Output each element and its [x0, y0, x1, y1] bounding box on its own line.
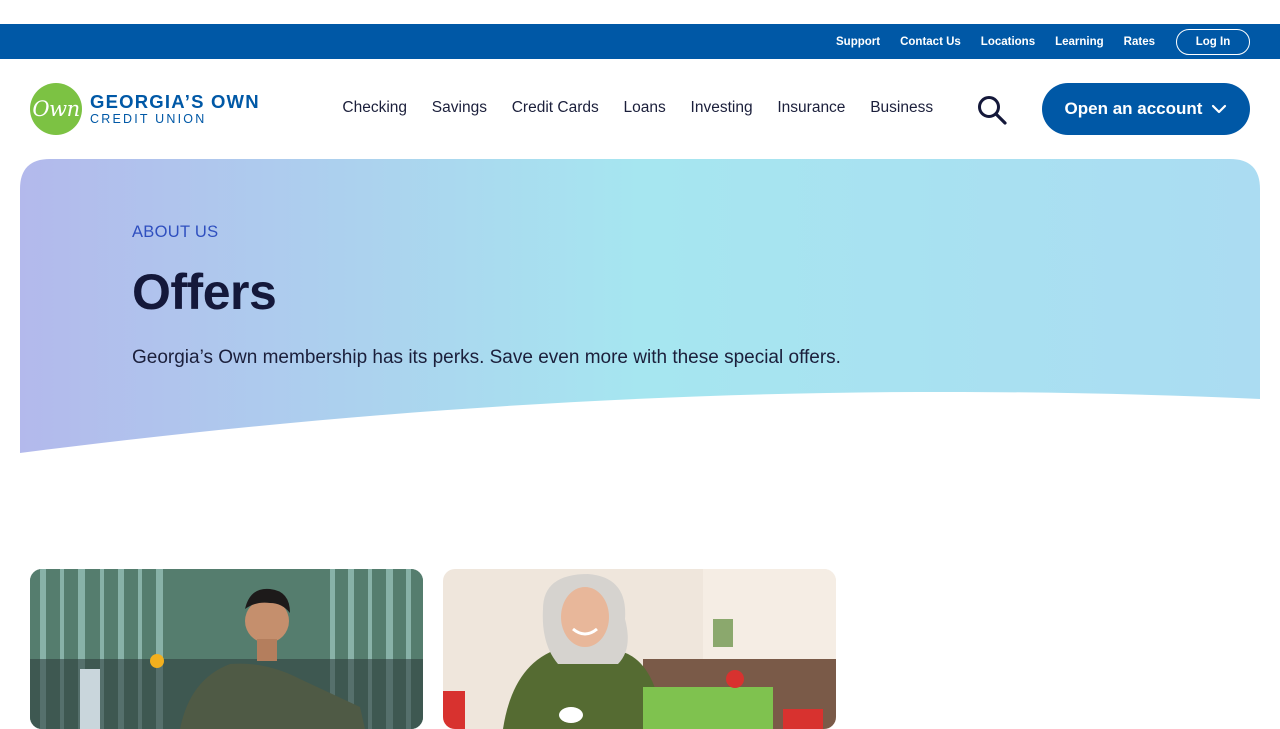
site-logo[interactable]: Own GEORGIA’S OWN CREDIT UNION — [30, 83, 260, 135]
nav-item-credit-cards[interactable]: Credit Cards — [512, 98, 599, 118]
open-account-label: Open an account — [1064, 99, 1203, 118]
search-icon[interactable] — [975, 93, 1009, 127]
page-title: Offers — [132, 264, 277, 320]
offer-card-2[interactable] — [443, 569, 836, 729]
offer-card-2-photo — [443, 569, 836, 729]
offer-card-1[interactable] — [30, 569, 423, 729]
nav-item-investing[interactable]: Investing — [691, 98, 753, 118]
logo-wordmark: GEORGIA’S OWN CREDIT UNION — [90, 91, 260, 127]
logo-mark: Own — [30, 83, 82, 135]
utility-link-support[interactable]: Support — [836, 36, 880, 48]
offer-card-1-photo — [30, 569, 423, 729]
utility-link-rates[interactable]: Rates — [1124, 36, 1155, 48]
utility-link-learning[interactable]: Learning — [1055, 36, 1104, 48]
nav-item-checking[interactable]: Checking — [342, 98, 407, 118]
hero-eyebrow: ABOUT US — [132, 223, 219, 241]
nav-item-savings[interactable]: Savings — [432, 98, 487, 118]
utility-bar: Support Contact Us Locations Learning Ra… — [0, 24, 1280, 59]
nav-item-insurance[interactable]: Insurance — [777, 98, 845, 118]
nav-item-business[interactable]: Business — [870, 98, 933, 118]
primary-nav: Checking Savings Credit Cards Loans Inve… — [330, 98, 946, 118]
hero-banner: ABOUT US Offers Georgia’s Own membership… — [20, 159, 1260, 459]
hero-subtitle: Georgia’s Own membership has its perks. … — [132, 347, 841, 368]
main-nav: Own GEORGIA’S OWN CREDIT UNION Checking … — [0, 59, 1280, 159]
open-account-button[interactable]: Open an account — [1042, 83, 1250, 135]
logo-line-1: GEORGIA’S OWN — [90, 91, 260, 112]
chevron-down-icon — [1212, 104, 1227, 114]
top-spacer — [0, 0, 1280, 24]
logo-line-2: CREDIT UNION — [90, 112, 207, 126]
nav-item-loans[interactable]: Loans — [624, 98, 666, 118]
login-button[interactable]: Log In — [1176, 28, 1250, 55]
utility-link-locations[interactable]: Locations — [981, 36, 1035, 48]
utility-link-contact-us[interactable]: Contact Us — [900, 36, 961, 48]
